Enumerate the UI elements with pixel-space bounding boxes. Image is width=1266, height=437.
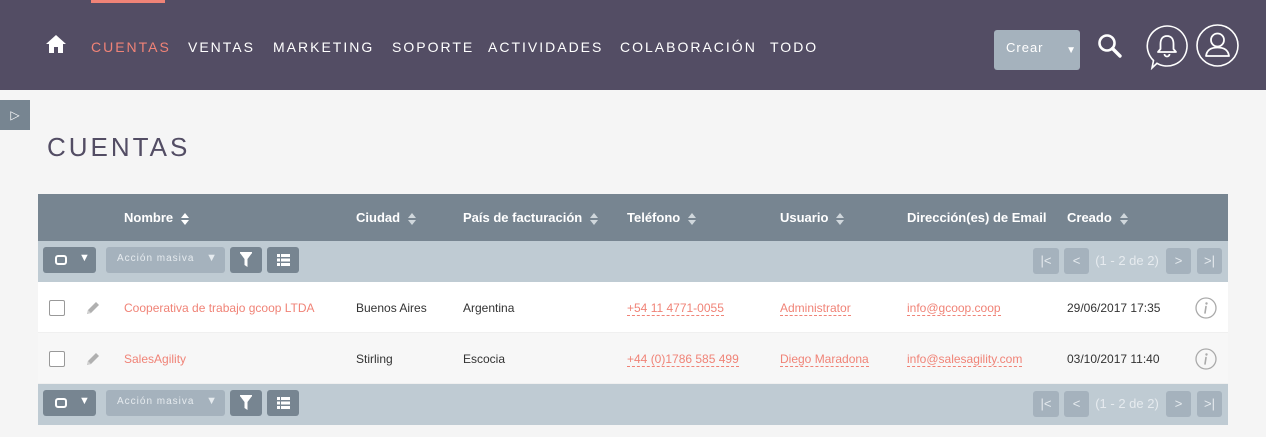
nav-item-cuentas[interactable]: CUENTAS xyxy=(91,39,171,55)
chevron-down-icon: ▼ xyxy=(1066,45,1077,56)
list-icon xyxy=(277,254,290,266)
account-name-link[interactable]: Cooperativa de trabajo gcoop LTDA xyxy=(124,301,315,315)
mass-action-label: Acción masiva xyxy=(117,253,195,264)
account-country: Argentina xyxy=(463,301,515,315)
nav-item-marketing[interactable]: MARKETING xyxy=(273,39,374,55)
pagination-count: (1 - 2 de 2) xyxy=(1095,253,1159,268)
create-button-label: Crear xyxy=(1006,40,1044,55)
account-city: Stirling xyxy=(356,352,393,366)
select-all-dropdown[interactable]: ▼ xyxy=(43,390,96,416)
account-city: Buenos Aires xyxy=(356,301,427,315)
pagination-next-button[interactable]: > xyxy=(1166,248,1191,274)
account-user-link[interactable]: Administrator xyxy=(780,301,851,316)
pencil-edit-icon[interactable] xyxy=(85,300,101,316)
home-icon[interactable] xyxy=(45,33,67,55)
row-checkbox[interactable] xyxy=(49,351,65,367)
mass-action-dropdown[interactable]: Acción masiva ▼ xyxy=(106,247,225,273)
chevron-down-icon: ▼ xyxy=(79,395,90,407)
list-icon xyxy=(277,397,290,409)
pagination-bar-top: ▼ Acción masiva ▼ |< < (1 - 2 de 2) > >| xyxy=(38,241,1228,282)
account-created-date: 29/06/2017 17:35 xyxy=(1067,301,1161,315)
sort-icon xyxy=(1119,212,1128,225)
filter-button[interactable] xyxy=(230,390,262,416)
info-icon[interactable] xyxy=(1195,348,1217,370)
mass-action-dropdown[interactable]: Acción masiva ▼ xyxy=(106,390,225,416)
select-all-dropdown[interactable]: ▼ xyxy=(43,247,96,273)
filter-button[interactable] xyxy=(230,247,262,273)
pencil-edit-icon[interactable] xyxy=(85,351,101,367)
column-chooser-button[interactable] xyxy=(267,247,299,273)
column-header-email: Dirección(es) de Email xyxy=(907,210,1047,225)
accounts-list-table: Nombre Ciudad País de facturación Teléfo… xyxy=(38,194,1228,425)
checkbox-icon xyxy=(55,398,67,408)
pagination-last-button[interactable]: >| xyxy=(1197,391,1222,417)
filter-icon xyxy=(240,395,252,410)
table-row: SalesAgility Stirling Escocia +44 (0)178… xyxy=(38,333,1228,384)
account-phone-link[interactable]: +54 11 4771-0055 xyxy=(627,301,724,316)
sort-icon xyxy=(181,212,190,225)
nav-item-colaboracion[interactable]: COLABORACIÓN xyxy=(620,39,757,55)
table-header: Nombre Ciudad País de facturación Teléfo… xyxy=(38,194,1228,241)
pagination-bar-bottom: ▼ Acción masiva ▼ |< < (1 - 2 de 2) > >| xyxy=(38,384,1228,425)
account-phone-link[interactable]: +44 (0)1786 585 499 xyxy=(627,352,739,367)
pagination-first-button[interactable]: |< xyxy=(1033,391,1059,417)
account-country: Escocia xyxy=(463,352,506,366)
checkbox-icon xyxy=(55,255,67,265)
account-email-link[interactable]: info@salesagility.com xyxy=(907,352,1023,367)
account-created-date: 03/10/2017 11:40 xyxy=(1067,352,1160,366)
pagination-next-button[interactable]: > xyxy=(1166,391,1191,417)
nav-item-actividades[interactable]: ACTIVIDADES xyxy=(488,39,603,55)
column-header-nombre[interactable]: Nombre xyxy=(124,210,190,225)
chevron-down-icon: ▼ xyxy=(79,252,90,264)
chevron-down-icon: ▼ xyxy=(206,252,218,264)
top-navbar: CUENTAS VENTAS MARKETING SOPORTE ACTIVID… xyxy=(0,0,1266,90)
sort-icon xyxy=(408,212,417,225)
table-row: Cooperativa de trabajo gcoop LTDA Buenos… xyxy=(38,282,1228,333)
column-header-ciudad[interactable]: Ciudad xyxy=(356,210,417,225)
filter-icon xyxy=(240,252,252,267)
sort-icon xyxy=(688,212,697,225)
info-icon[interactable] xyxy=(1195,297,1217,319)
sidebar-toggle-button[interactable]: ▷ xyxy=(0,100,30,130)
pagination-count: (1 - 2 de 2) xyxy=(1095,396,1159,411)
pagination-prev-button[interactable]: < xyxy=(1064,248,1089,274)
chevron-down-icon: ▼ xyxy=(206,395,218,407)
notification-bell-icon[interactable] xyxy=(1145,24,1189,70)
active-tab-indicator xyxy=(91,0,165,3)
column-header-usuario[interactable]: Usuario xyxy=(780,210,845,225)
page-title: CUENTAS xyxy=(47,132,191,162)
nav-item-ventas[interactable]: VENTAS xyxy=(188,39,255,55)
account-name-link[interactable]: SalesAgility xyxy=(124,352,186,366)
create-button[interactable]: Crear ▼ xyxy=(994,30,1080,70)
sort-icon xyxy=(590,212,599,225)
row-checkbox[interactable] xyxy=(49,300,65,316)
account-user-link[interactable]: Diego Maradona xyxy=(780,352,869,367)
user-profile-icon[interactable] xyxy=(1196,24,1239,67)
pagination-prev-button[interactable]: < xyxy=(1064,391,1089,417)
nav-item-soporte[interactable]: SOPORTE xyxy=(392,39,474,55)
column-chooser-button[interactable] xyxy=(267,390,299,416)
search-icon[interactable] xyxy=(1097,33,1123,59)
sort-icon xyxy=(836,212,845,225)
nav-item-todo[interactable]: TODO xyxy=(770,39,818,55)
mass-action-label: Acción masiva xyxy=(117,396,195,407)
account-email-link[interactable]: info@gcoop.coop xyxy=(907,301,1001,316)
pagination-first-button[interactable]: |< xyxy=(1033,248,1059,274)
pagination-last-button[interactable]: >| xyxy=(1197,248,1222,274)
column-header-pais[interactable]: País de facturación xyxy=(463,210,599,225)
column-header-telefono[interactable]: Teléfono xyxy=(627,210,697,225)
column-header-creado[interactable]: Creado xyxy=(1067,210,1128,225)
